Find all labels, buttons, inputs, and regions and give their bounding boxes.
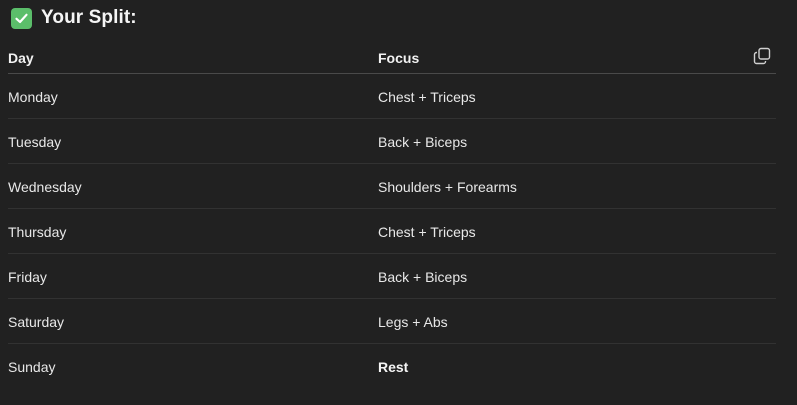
focus-cell: Legs + Abs: [378, 314, 448, 330]
table-row: Tuesday Back + Biceps: [8, 119, 776, 164]
column-header-focus: Focus: [378, 50, 420, 66]
day-cell: Saturday: [8, 314, 65, 330]
table-row: Saturday Legs + Abs: [8, 299, 776, 344]
table-row: Wednesday Shoulders + Forearms: [8, 164, 776, 209]
focus-cell: Chest + Triceps: [378, 224, 476, 240]
table-row: Sunday Rest: [8, 344, 776, 388]
focus-cell: Back + Biceps: [378, 134, 468, 150]
check-box-icon: [11, 7, 32, 29]
section-heading: Your Split:: [11, 7, 137, 29]
day-cell: Sunday: [8, 359, 56, 375]
day-cell: Monday: [8, 89, 58, 105]
copy-icon[interactable]: [752, 46, 772, 66]
focus-cell: Shoulders + Forearms: [378, 179, 517, 195]
table-row: Monday Chest + Triceps: [8, 74, 776, 119]
day-cell: Thursday: [8, 224, 67, 240]
focus-cell: Rest: [378, 359, 409, 375]
heading-title: Your Split:: [41, 7, 137, 28]
table-header: Day Focus: [8, 41, 776, 74]
table-row: Friday Back + Biceps: [8, 254, 776, 299]
day-cell: Friday: [8, 269, 47, 285]
split-table: Day Focus Monday Chest + Triceps Tuesday Ba…: [8, 41, 776, 388]
column-header-day: Day: [8, 50, 34, 66]
focus-cell: Back + Biceps: [378, 269, 468, 285]
focus-cell: Chest + Triceps: [378, 89, 476, 105]
day-cell: Wednesday: [8, 179, 82, 195]
day-cell: Tuesday: [8, 134, 62, 150]
table-row: Thursday Chest + Triceps: [8, 209, 776, 254]
table-body: Monday Chest + Triceps Tuesday Back + Bicep…: [8, 74, 776, 388]
